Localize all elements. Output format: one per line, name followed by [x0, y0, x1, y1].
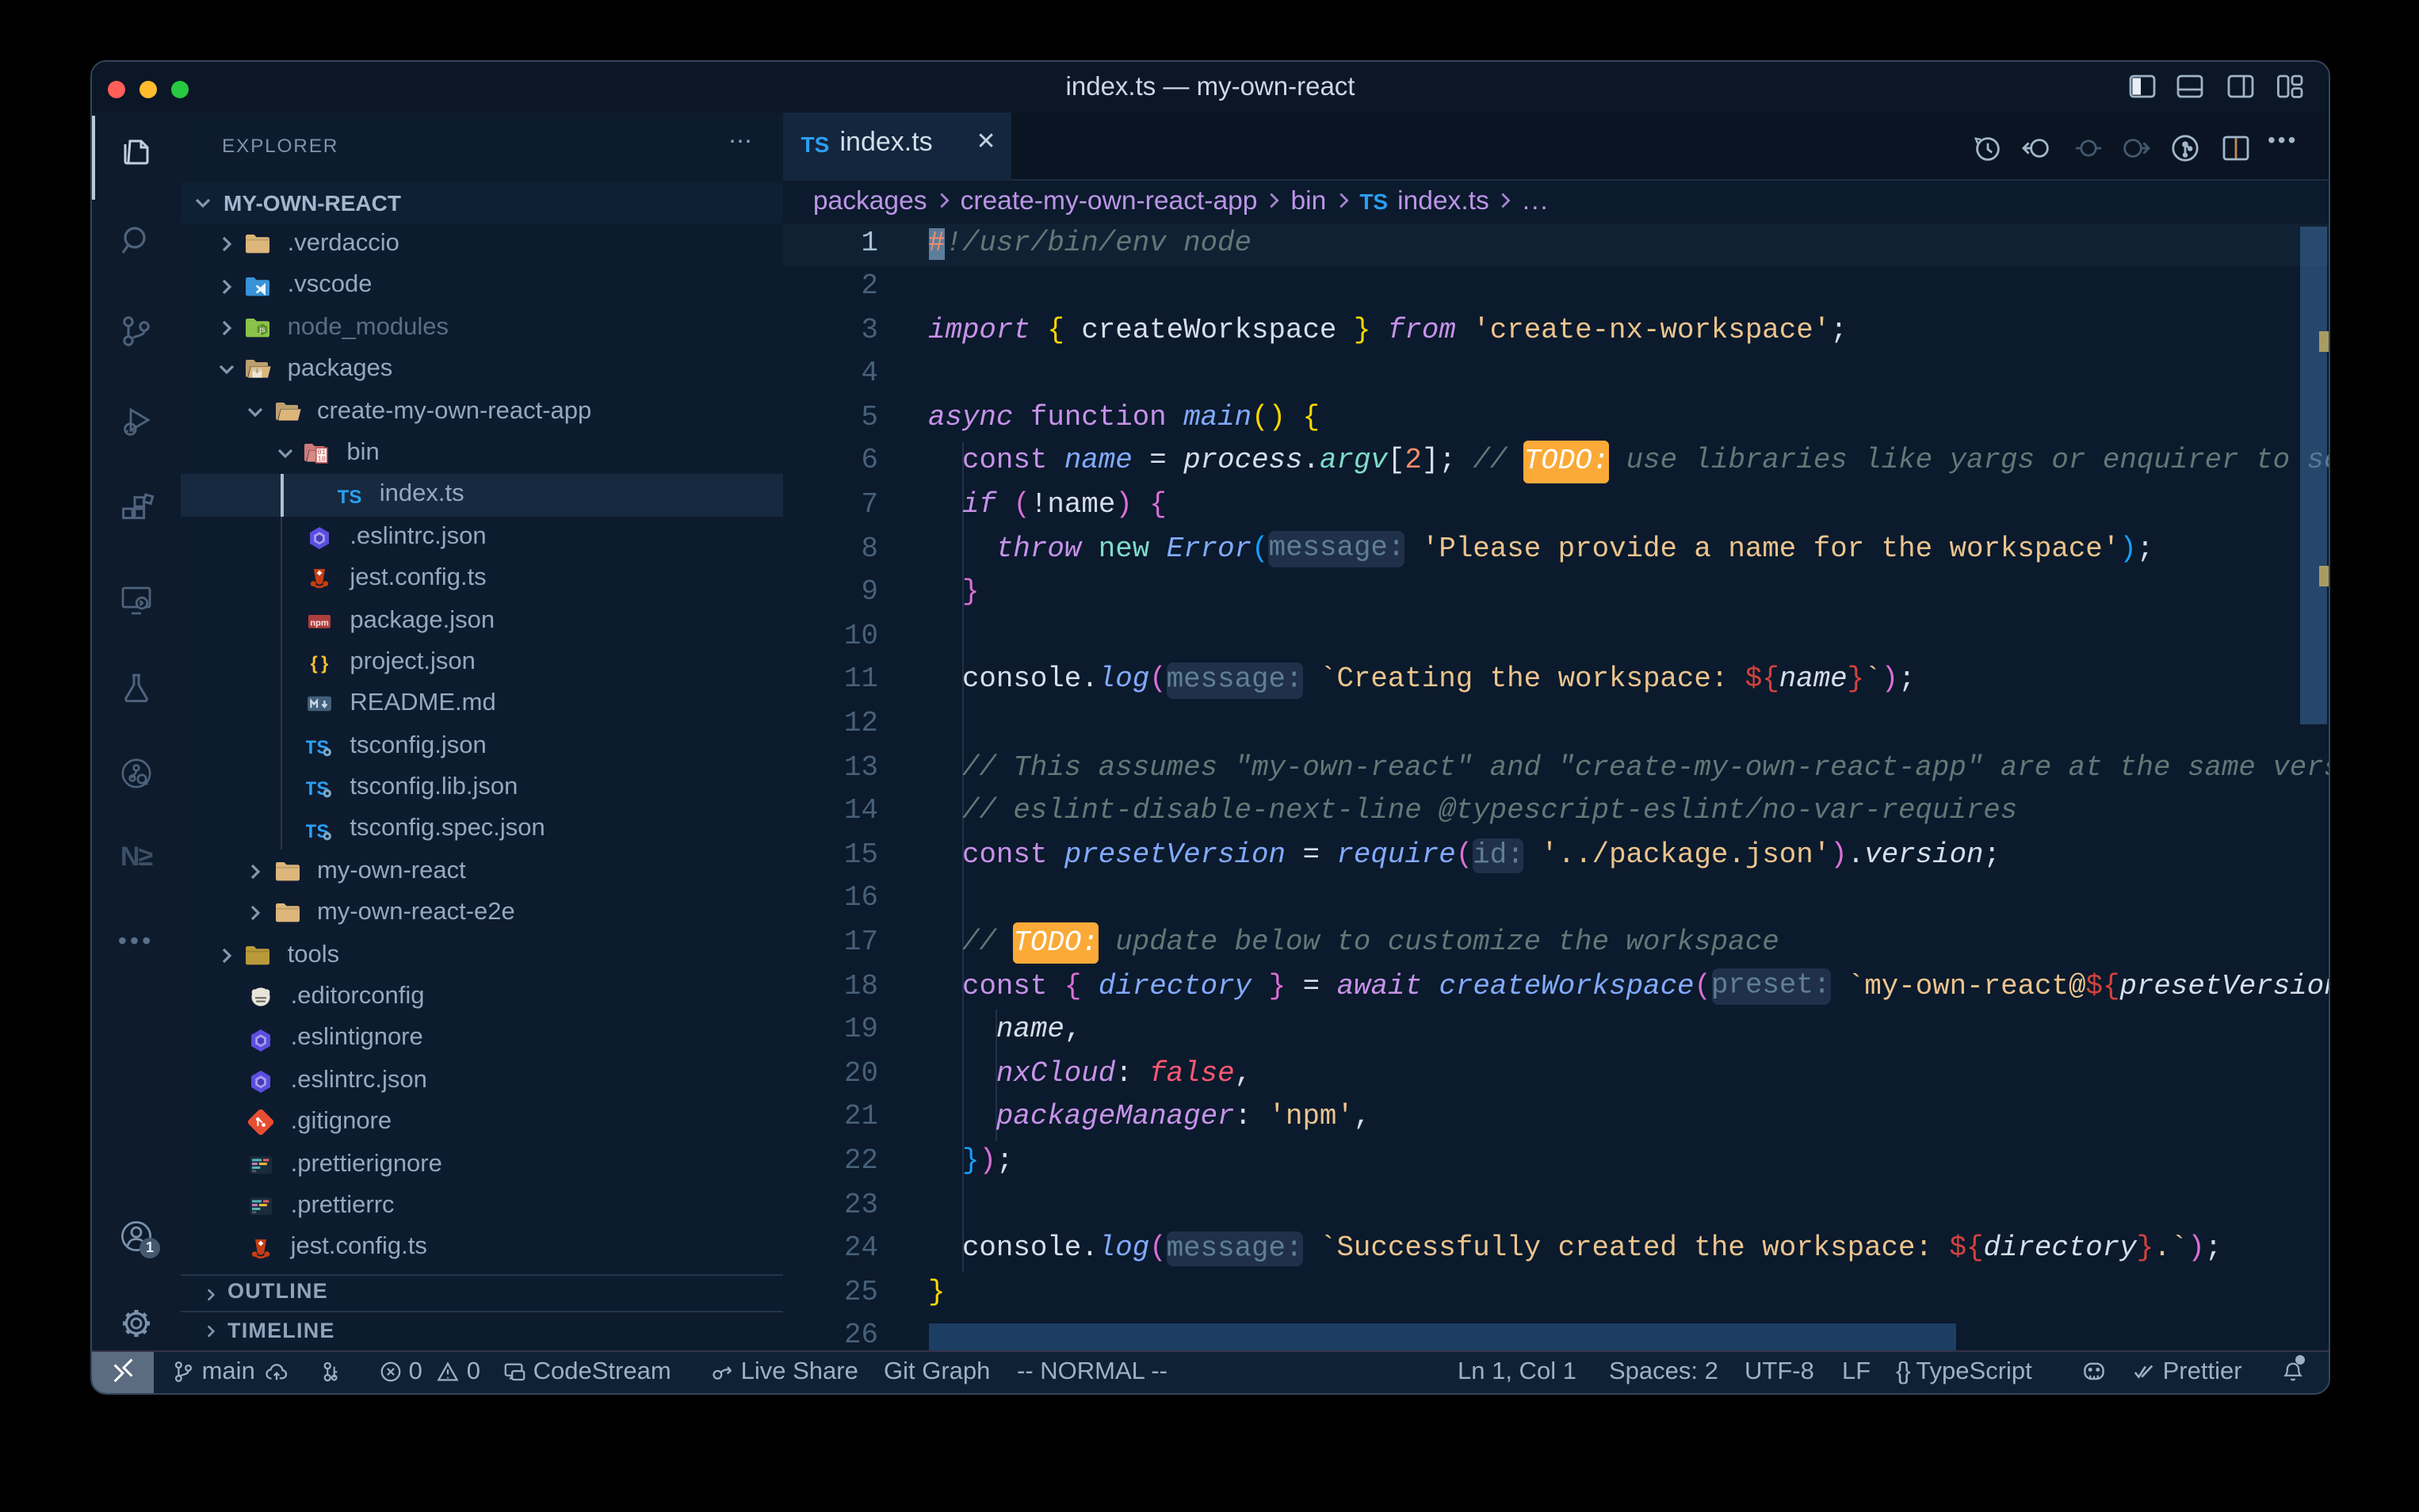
- svg-text:TS: TS: [338, 486, 362, 507]
- svg-text:10: 10: [318, 456, 327, 464]
- svg-text:js: js: [258, 326, 265, 334]
- svg-text:npm: npm: [311, 618, 330, 628]
- svg-text:{ }: { }: [311, 653, 330, 674]
